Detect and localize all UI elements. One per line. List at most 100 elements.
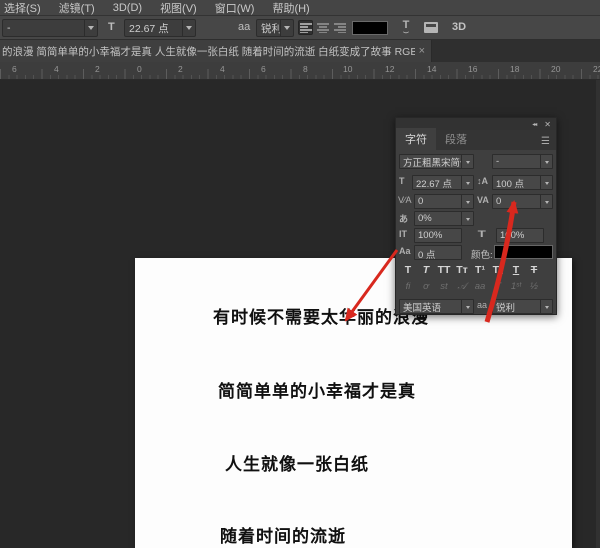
- horizontal-ruler[interactable]: 6 4 2 0 2 4 6 8 10 12 14 16 18 20 22: [0, 62, 600, 80]
- font-size-value: 22.67 点: [125, 21, 182, 36]
- superscript-button[interactable]: T¹: [473, 264, 487, 280]
- kerning-select[interactable]: 0: [414, 194, 474, 209]
- warp-text-icon[interactable]: T ⌣: [398, 20, 414, 36]
- small-caps-button[interactable]: Tᴛ: [455, 264, 469, 280]
- ruler-label: 4: [54, 64, 59, 74]
- titling-alternates-button[interactable]: T: [491, 281, 505, 297]
- faux-bold-button[interactable]: T: [401, 264, 415, 280]
- menu-3d[interactable]: 3D(D): [113, 2, 142, 14]
- text-color-swatch[interactable]: [352, 21, 388, 35]
- menu-select[interactable]: 选择(S): [4, 0, 41, 16]
- anti-alias-value: 锐利: [257, 21, 280, 36]
- chevron-down-icon: [461, 212, 473, 225]
- chevron-down-icon: [461, 176, 473, 189]
- character-panel: ◂◂ ✕ 字符 段落 ☰ 方正粗黑宋简体 - T: [395, 117, 557, 315]
- ruler-label: 16: [468, 64, 477, 74]
- align-left-button[interactable]: [298, 20, 313, 35]
- ruler-label: 18: [510, 64, 519, 74]
- panel-anti-alias-select[interactable]: 锐利: [492, 299, 553, 314]
- ruler-label: 22: [593, 64, 600, 74]
- canvas-text-line[interactable]: 随着时间的流逝: [220, 522, 346, 547]
- warp-text-arc: ⌣: [398, 30, 414, 35]
- anti-alias-value: 锐利: [493, 300, 540, 314]
- ruler-label: 2: [95, 64, 100, 74]
- threed-button[interactable]: 3D: [452, 21, 466, 33]
- font-style-select[interactable]: -: [2, 19, 98, 37]
- ruler-label: 4: [220, 64, 225, 74]
- font-size-select[interactable]: 22.67 点: [412, 175, 474, 190]
- leading-select[interactable]: 100 点: [492, 175, 553, 190]
- text-align-group: [298, 20, 347, 35]
- all-caps-button[interactable]: TT: [437, 264, 451, 280]
- canvas-text-line[interactable]: 人生就像一张白纸: [225, 450, 369, 475]
- underline-button[interactable]: T: [509, 264, 523, 280]
- align-center-icon: [317, 23, 329, 33]
- horizontal-scale-field[interactable]: 100%: [496, 228, 544, 243]
- menu-bar: 选择(S) 滤镜(T) 3D(D) 视图(V) 窗口(W) 帮助(H): [0, 0, 600, 16]
- menu-filter[interactable]: 滤镜(T): [59, 0, 95, 16]
- ruler-label: 10: [343, 64, 352, 74]
- color-label: 颜色:: [471, 247, 493, 261]
- size-leading-row: T 22.67 点 ↕A 100 点: [396, 175, 558, 191]
- tsume-value: 0%: [415, 213, 461, 224]
- close-panel-icon[interactable]: ✕: [544, 120, 551, 129]
- tab-paragraph[interactable]: 段落: [436, 128, 476, 150]
- align-right-icon: [334, 23, 346, 33]
- tracking-icon: VA: [477, 195, 489, 205]
- discretionary-ligatures-button[interactable]: st: [437, 281, 451, 297]
- leading-icon: ↕A: [477, 176, 488, 186]
- chevron-down-icon: [540, 176, 552, 189]
- collapse-panel-icon[interactable]: ◂◂: [532, 121, 536, 128]
- panel-font-family-select[interactable]: 方正粗黑宋简体: [399, 154, 474, 169]
- style-buttons-row: T T TT Tᴛ T¹ T₁ T T: [396, 264, 558, 280]
- chevron-down-icon: [540, 300, 552, 313]
- ordinals-button[interactable]: 1ˢᵗ: [509, 281, 523, 297]
- panel-font-style-select[interactable]: -: [492, 154, 553, 169]
- text-color-swatch[interactable]: [494, 245, 553, 259]
- contextual-alternates-button[interactable]: ơ: [419, 281, 433, 297]
- kerning-value: 0: [415, 196, 461, 207]
- anti-alias-select[interactable]: 锐利: [256, 19, 294, 37]
- baseline-shift-field[interactable]: 0 点: [414, 245, 462, 260]
- ruler-label: 20: [551, 64, 560, 74]
- vertical-scale-field[interactable]: 100%: [414, 228, 462, 243]
- font-row: 方正粗黑宋简体 -: [396, 154, 558, 170]
- faux-italic-button[interactable]: T: [419, 264, 433, 280]
- scale-row: IT 100% T 100%: [396, 228, 558, 244]
- panel-menu-icon[interactable]: ☰: [541, 136, 550, 147]
- font-size-value: 22.67 点: [413, 176, 461, 190]
- menu-view[interactable]: 视图(V): [160, 0, 197, 16]
- work-area: 有时候不需要太华丽的浪漫 简简单单的小幸福才是真 人生就像一张白纸 随着时间的流…: [0, 80, 600, 548]
- document-tab[interactable]: 的浪漫 简简单单的小幸福才是真 人生就像一张白纸 随着时间的流逝 白纸变成了故事…: [0, 40, 432, 62]
- canvas-text-line[interactable]: 简简单单的小幸福才是真: [218, 377, 416, 402]
- language-value: 美国英语: [400, 300, 461, 314]
- tool-options-bar: - T 22.67 点 aa 锐利 T ⌣: [0, 16, 600, 40]
- ligatures-button[interactable]: fi: [401, 281, 415, 297]
- tsume-icon: あ: [399, 212, 408, 225]
- align-center-button[interactable]: [315, 20, 330, 35]
- language-select[interactable]: 美国英语: [399, 299, 474, 314]
- fractions-button[interactable]: ½: [527, 281, 541, 297]
- chevron-down-icon: [540, 155, 552, 168]
- toggle-panels-icon[interactable]: [424, 22, 438, 33]
- font-size-select[interactable]: 22.67 点: [124, 19, 196, 37]
- chevron-down-icon: [182, 20, 195, 36]
- chevron-down-icon: [540, 195, 552, 208]
- menu-help[interactable]: 帮助(H): [272, 0, 309, 16]
- dock-edge: [596, 80, 600, 548]
- tsume-select[interactable]: 0%: [414, 211, 474, 226]
- ruler-label: 0: [137, 64, 142, 74]
- subscript-button[interactable]: T₁: [491, 264, 505, 280]
- swash-button[interactable]: 𝒜: [455, 281, 469, 297]
- close-tab-icon[interactable]: ×: [419, 45, 425, 57]
- tracking-select[interactable]: 0: [492, 194, 553, 209]
- menu-window[interactable]: 窗口(W): [215, 0, 255, 16]
- panel-tabs: 字符 段落 ☰: [396, 130, 556, 150]
- stylistic-alternates-button[interactable]: aa: [473, 281, 487, 297]
- strikethrough-button[interactable]: T: [527, 264, 541, 280]
- tab-character[interactable]: 字符: [396, 128, 436, 150]
- font-style-value: -: [493, 156, 540, 167]
- chevron-down-icon: [461, 155, 473, 168]
- align-right-button[interactable]: [332, 20, 347, 35]
- font-family-value: 方正粗黑宋简体: [400, 155, 461, 169]
